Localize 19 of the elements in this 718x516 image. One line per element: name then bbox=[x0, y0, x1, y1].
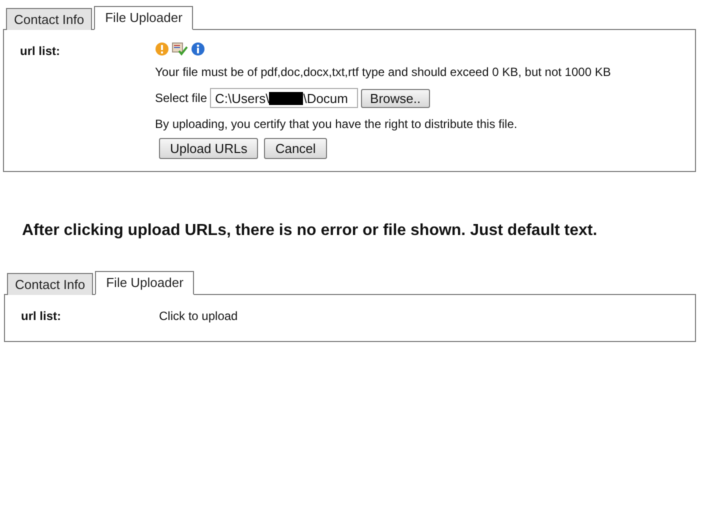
browse-button[interactable]: Browse.. bbox=[361, 88, 430, 108]
field-label: url list: bbox=[20, 44, 62, 60]
file-path-field[interactable]: C:\Users\ \Docum bbox=[210, 88, 358, 108]
action-button[interactable]: Upload URLs bbox=[159, 138, 258, 159]
certify-text: By uploading, you certify that you have the right to distribute this file. bbox=[155, 117, 518, 131]
warning-icon bbox=[155, 42, 169, 56]
checklist-icon bbox=[172, 42, 188, 56]
tab[interactable]: Contact Info bbox=[6, 8, 92, 30]
redaction-block bbox=[269, 92, 304, 104]
field-label: url list: bbox=[21, 309, 62, 325]
note-heading: After clicking upload URLs, there is no error or file shown. Just default text. bbox=[21, 221, 598, 241]
tab[interactable]: File Uploader bbox=[94, 6, 194, 30]
tab[interactable]: Contact Info bbox=[7, 273, 94, 295]
tab[interactable]: File Uploader bbox=[95, 271, 194, 295]
info-icon bbox=[191, 42, 205, 56]
upload-prompt[interactable]: Click to upload bbox=[156, 309, 238, 329]
action-button[interactable]: Cancel bbox=[264, 138, 327, 159]
select-file-label: Select file bbox=[155, 91, 208, 105]
file-requirements: Your file must be of pdf,doc,docx,txt,rtf type and should exceed 0 KB, but not 1000 KB bbox=[155, 65, 611, 79]
